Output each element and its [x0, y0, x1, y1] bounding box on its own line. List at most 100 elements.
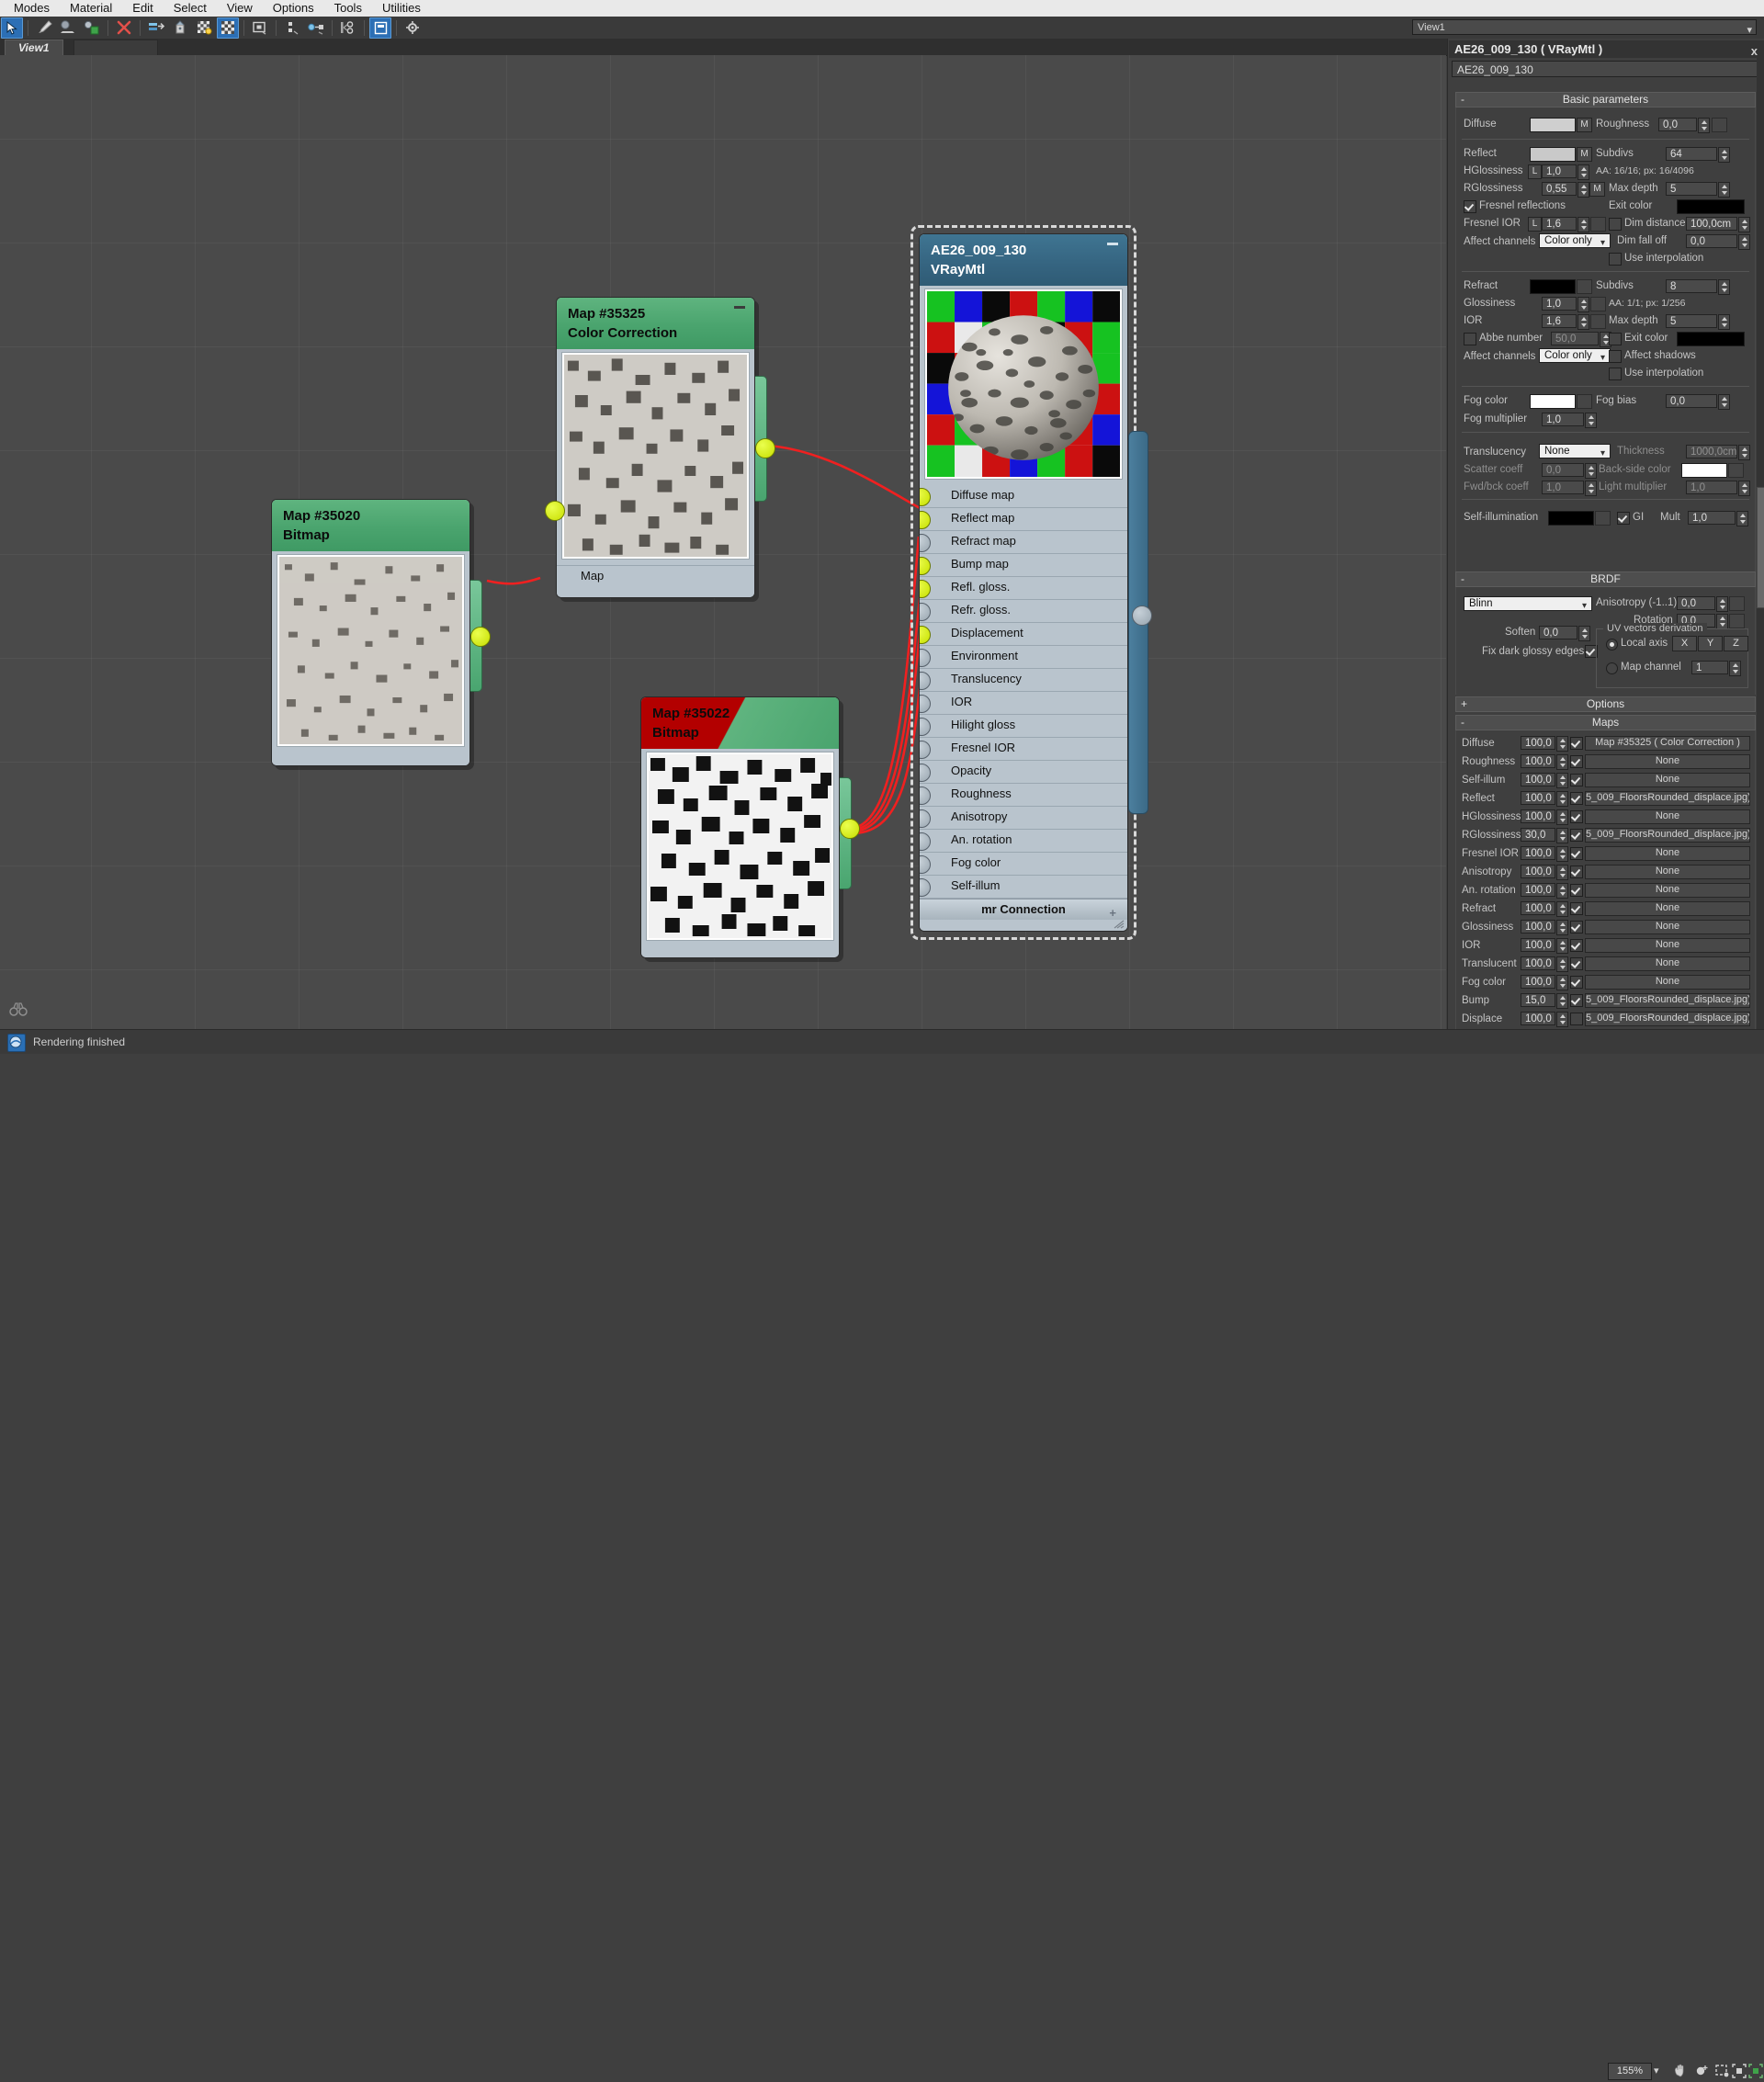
diffuse-map-button[interactable]: M	[1577, 118, 1592, 132]
pick-material-button[interactable]	[33, 17, 55, 39]
soften-input[interactable]: 0,0	[1539, 626, 1577, 639]
dim-distance-checkbox[interactable]	[1609, 218, 1622, 231]
rotation-spinner[interactable]	[1716, 614, 1728, 629]
maps-row-amount[interactable]: 100,0	[1521, 754, 1555, 768]
maps-row-map-button[interactable]: None	[1585, 754, 1750, 769]
minimize-icon[interactable]	[734, 306, 745, 309]
refract-subdivs-spinner[interactable]	[1718, 279, 1730, 295]
maps-row-map-button[interactable]: None	[1585, 920, 1750, 934]
maps-row-spinner[interactable]	[1556, 773, 1568, 788]
socket-connected[interactable]	[920, 488, 931, 506]
brdf-type-select[interactable]: Blinn ▾	[1464, 596, 1592, 611]
socket-empty[interactable]	[920, 832, 931, 851]
socket-empty[interactable]	[920, 695, 931, 713]
move-children-button[interactable]	[145, 17, 167, 39]
zoom-extents-icon[interactable]	[1731, 2063, 1749, 2079]
binoculars-icon[interactable]	[9, 1001, 28, 1018]
maps-row-checkbox[interactable]	[1570, 755, 1583, 768]
maps-row-checkbox[interactable]	[1570, 994, 1583, 1007]
maps-row-amount[interactable]: 100,0	[1521, 883, 1555, 897]
maps-row-checkbox[interactable]	[1570, 902, 1583, 915]
node-map-35022[interactable]: Map #35022 Bitmap	[640, 696, 860, 962]
socket-empty[interactable]	[920, 855, 931, 874]
menu-item-tools[interactable]: Tools	[324, 0, 372, 17]
maps-row-amount[interactable]: 100,0	[1521, 736, 1555, 750]
maps-row-spinner[interactable]	[1556, 883, 1568, 899]
scatter-coeff-spinner[interactable]	[1585, 463, 1597, 479]
fresnel-ior-input[interactable]: 1,6	[1542, 217, 1577, 231]
toggle-maps-button[interactable]	[249, 17, 271, 39]
socket-row[interactable]: An. rotation	[920, 830, 1127, 853]
reflect-maxdepth-spinner[interactable]	[1718, 182, 1730, 198]
select-tool-button[interactable]	[1, 17, 23, 39]
socket-empty[interactable]	[920, 809, 931, 828]
fwd-bck-coeff-spinner[interactable]	[1585, 481, 1597, 496]
maps-row-map-button[interactable]: None	[1585, 975, 1750, 990]
maps-row-checkbox[interactable]	[1570, 792, 1583, 805]
refract-exit-color-swatch[interactable]	[1677, 332, 1745, 346]
anisotropy-spinner[interactable]	[1716, 596, 1728, 612]
layout-all-button[interactable]	[305, 17, 327, 39]
socket-row[interactable]: Hilight gloss	[920, 715, 1127, 738]
use-interpolation-reflect-checkbox[interactable]	[1609, 253, 1622, 266]
roughness-input[interactable]: 0,0	[1658, 118, 1697, 131]
socket-connected[interactable]	[920, 511, 931, 529]
chevron-down-icon[interactable]: ▾	[1654, 2065, 1659, 2076]
socket-empty[interactable]	[920, 786, 931, 805]
fresnel-ior-spinner[interactable]	[1577, 217, 1589, 232]
refract-color-swatch[interactable]	[1530, 279, 1576, 294]
maps-row-amount[interactable]: 100,0	[1521, 901, 1555, 915]
socket-row[interactable]: Refract map	[920, 531, 1127, 554]
refract-glossiness-map-slot[interactable]	[1590, 297, 1606, 311]
socket-row[interactable]: Environment	[920, 646, 1127, 669]
show-background-preview-button[interactable]	[193, 17, 215, 39]
maps-row-amount[interactable]: 100,0	[1521, 938, 1555, 952]
maps-row-spinner[interactable]	[1556, 956, 1568, 972]
soften-spinner[interactable]	[1578, 626, 1590, 641]
thickness-spinner[interactable]	[1738, 445, 1750, 460]
maps-row-map-button[interactable]: None	[1585, 901, 1750, 916]
rollup-header-options[interactable]: + Options	[1455, 696, 1756, 712]
refract-subdivs-input[interactable]: 8	[1666, 279, 1717, 293]
maps-row-amount[interactable]: 100,0	[1521, 791, 1555, 805]
fwd-bck-coeff-input[interactable]: 1,0	[1542, 481, 1584, 494]
maps-row-spinner[interactable]	[1556, 865, 1568, 880]
socket-row[interactable]: Diffuse map	[920, 485, 1127, 508]
material-name-field[interactable]: AE26_009_130	[1452, 61, 1761, 77]
maps-row-amount[interactable]: 100,0	[1521, 956, 1555, 970]
axis-y-button[interactable]: Y	[1698, 636, 1723, 651]
show-in-viewport-button[interactable]	[81, 17, 103, 39]
local-axis-radio[interactable]	[1606, 639, 1618, 651]
reflect-maxdepth-input[interactable]: 5	[1666, 182, 1717, 196]
maps-row-map-button[interactable]: None	[1585, 809, 1750, 824]
use-interpolation-refract-checkbox[interactable]	[1609, 368, 1622, 380]
maps-row-map-button[interactable]: None	[1585, 865, 1750, 879]
maps-row-amount[interactable]: 100,0	[1521, 865, 1555, 878]
socket-connected[interactable]	[920, 626, 931, 644]
pan-icon[interactable]	[1672, 2063, 1690, 2079]
rglossiness-input[interactable]: 0,55	[1542, 182, 1577, 196]
maps-row-checkbox[interactable]	[1570, 810, 1583, 823]
node-vraymtl[interactable]: AE26_009_130 VRayMtl Diffuse map Reflect…	[910, 225, 1152, 940]
rollup-header-brdf[interactable]: - BRDF	[1455, 571, 1756, 587]
socket-empty[interactable]	[920, 764, 931, 782]
maps-row-spinner[interactable]	[1556, 993, 1568, 1009]
maps-row-spinner[interactable]	[1556, 920, 1568, 935]
resize-handle-icon[interactable]	[1114, 920, 1125, 929]
refract-glossiness-spinner[interactable]	[1577, 297, 1589, 312]
dim-distance-spinner[interactable]	[1738, 217, 1750, 232]
fog-bias-spinner[interactable]	[1718, 394, 1730, 410]
maps-row-spinner[interactable]	[1556, 736, 1568, 752]
light-multiplier-input[interactable]: 1,0	[1686, 481, 1737, 494]
affect-shadows-checkbox[interactable]	[1609, 350, 1622, 363]
socket-connected[interactable]	[920, 557, 931, 575]
output-socket-lit[interactable]	[755, 438, 775, 458]
rollup-toggle-sign[interactable]: +	[1461, 697, 1467, 710]
socket-empty[interactable]	[920, 718, 931, 736]
thickness-input[interactable]: 1000,0cm	[1686, 445, 1737, 458]
self-illum-mult-spinner[interactable]	[1736, 511, 1748, 526]
roughness-map-slot[interactable]	[1712, 118, 1727, 132]
hglossiness-lock-button[interactable]: L	[1528, 164, 1542, 179]
fresnel-reflections-checkbox[interactable]	[1464, 200, 1476, 213]
menu-item-view[interactable]: View	[217, 0, 263, 17]
